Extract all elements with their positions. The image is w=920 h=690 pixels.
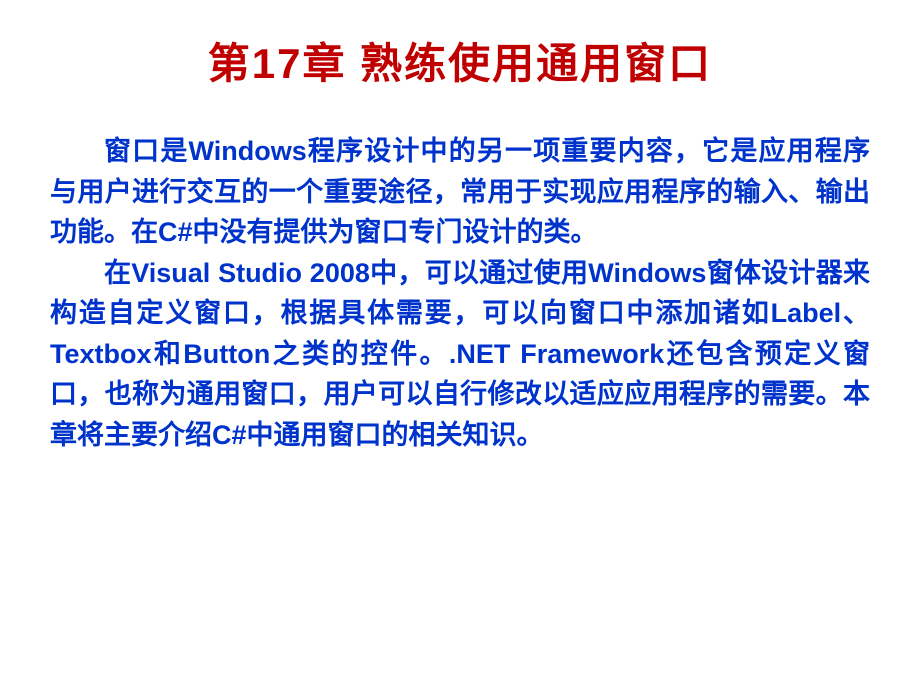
paragraph-1: 窗口是Windows程序设计中的另一项重要内容，它是应用程序与用户进行交互的一个… <box>50 131 870 253</box>
slide-content: 窗口是Windows程序设计中的另一项重要内容，它是应用程序与用户进行交互的一个… <box>50 131 870 455</box>
presentation-slide: 第17章 熟练使用通用窗口 窗口是Windows程序设计中的另一项重要内容，它是… <box>0 0 920 690</box>
paragraph-2: 在Visual Studio 2008中，可以通过使用Windows窗体设计器来… <box>50 253 870 456</box>
slide-title: 第17章 熟练使用通用窗口 <box>50 30 870 91</box>
